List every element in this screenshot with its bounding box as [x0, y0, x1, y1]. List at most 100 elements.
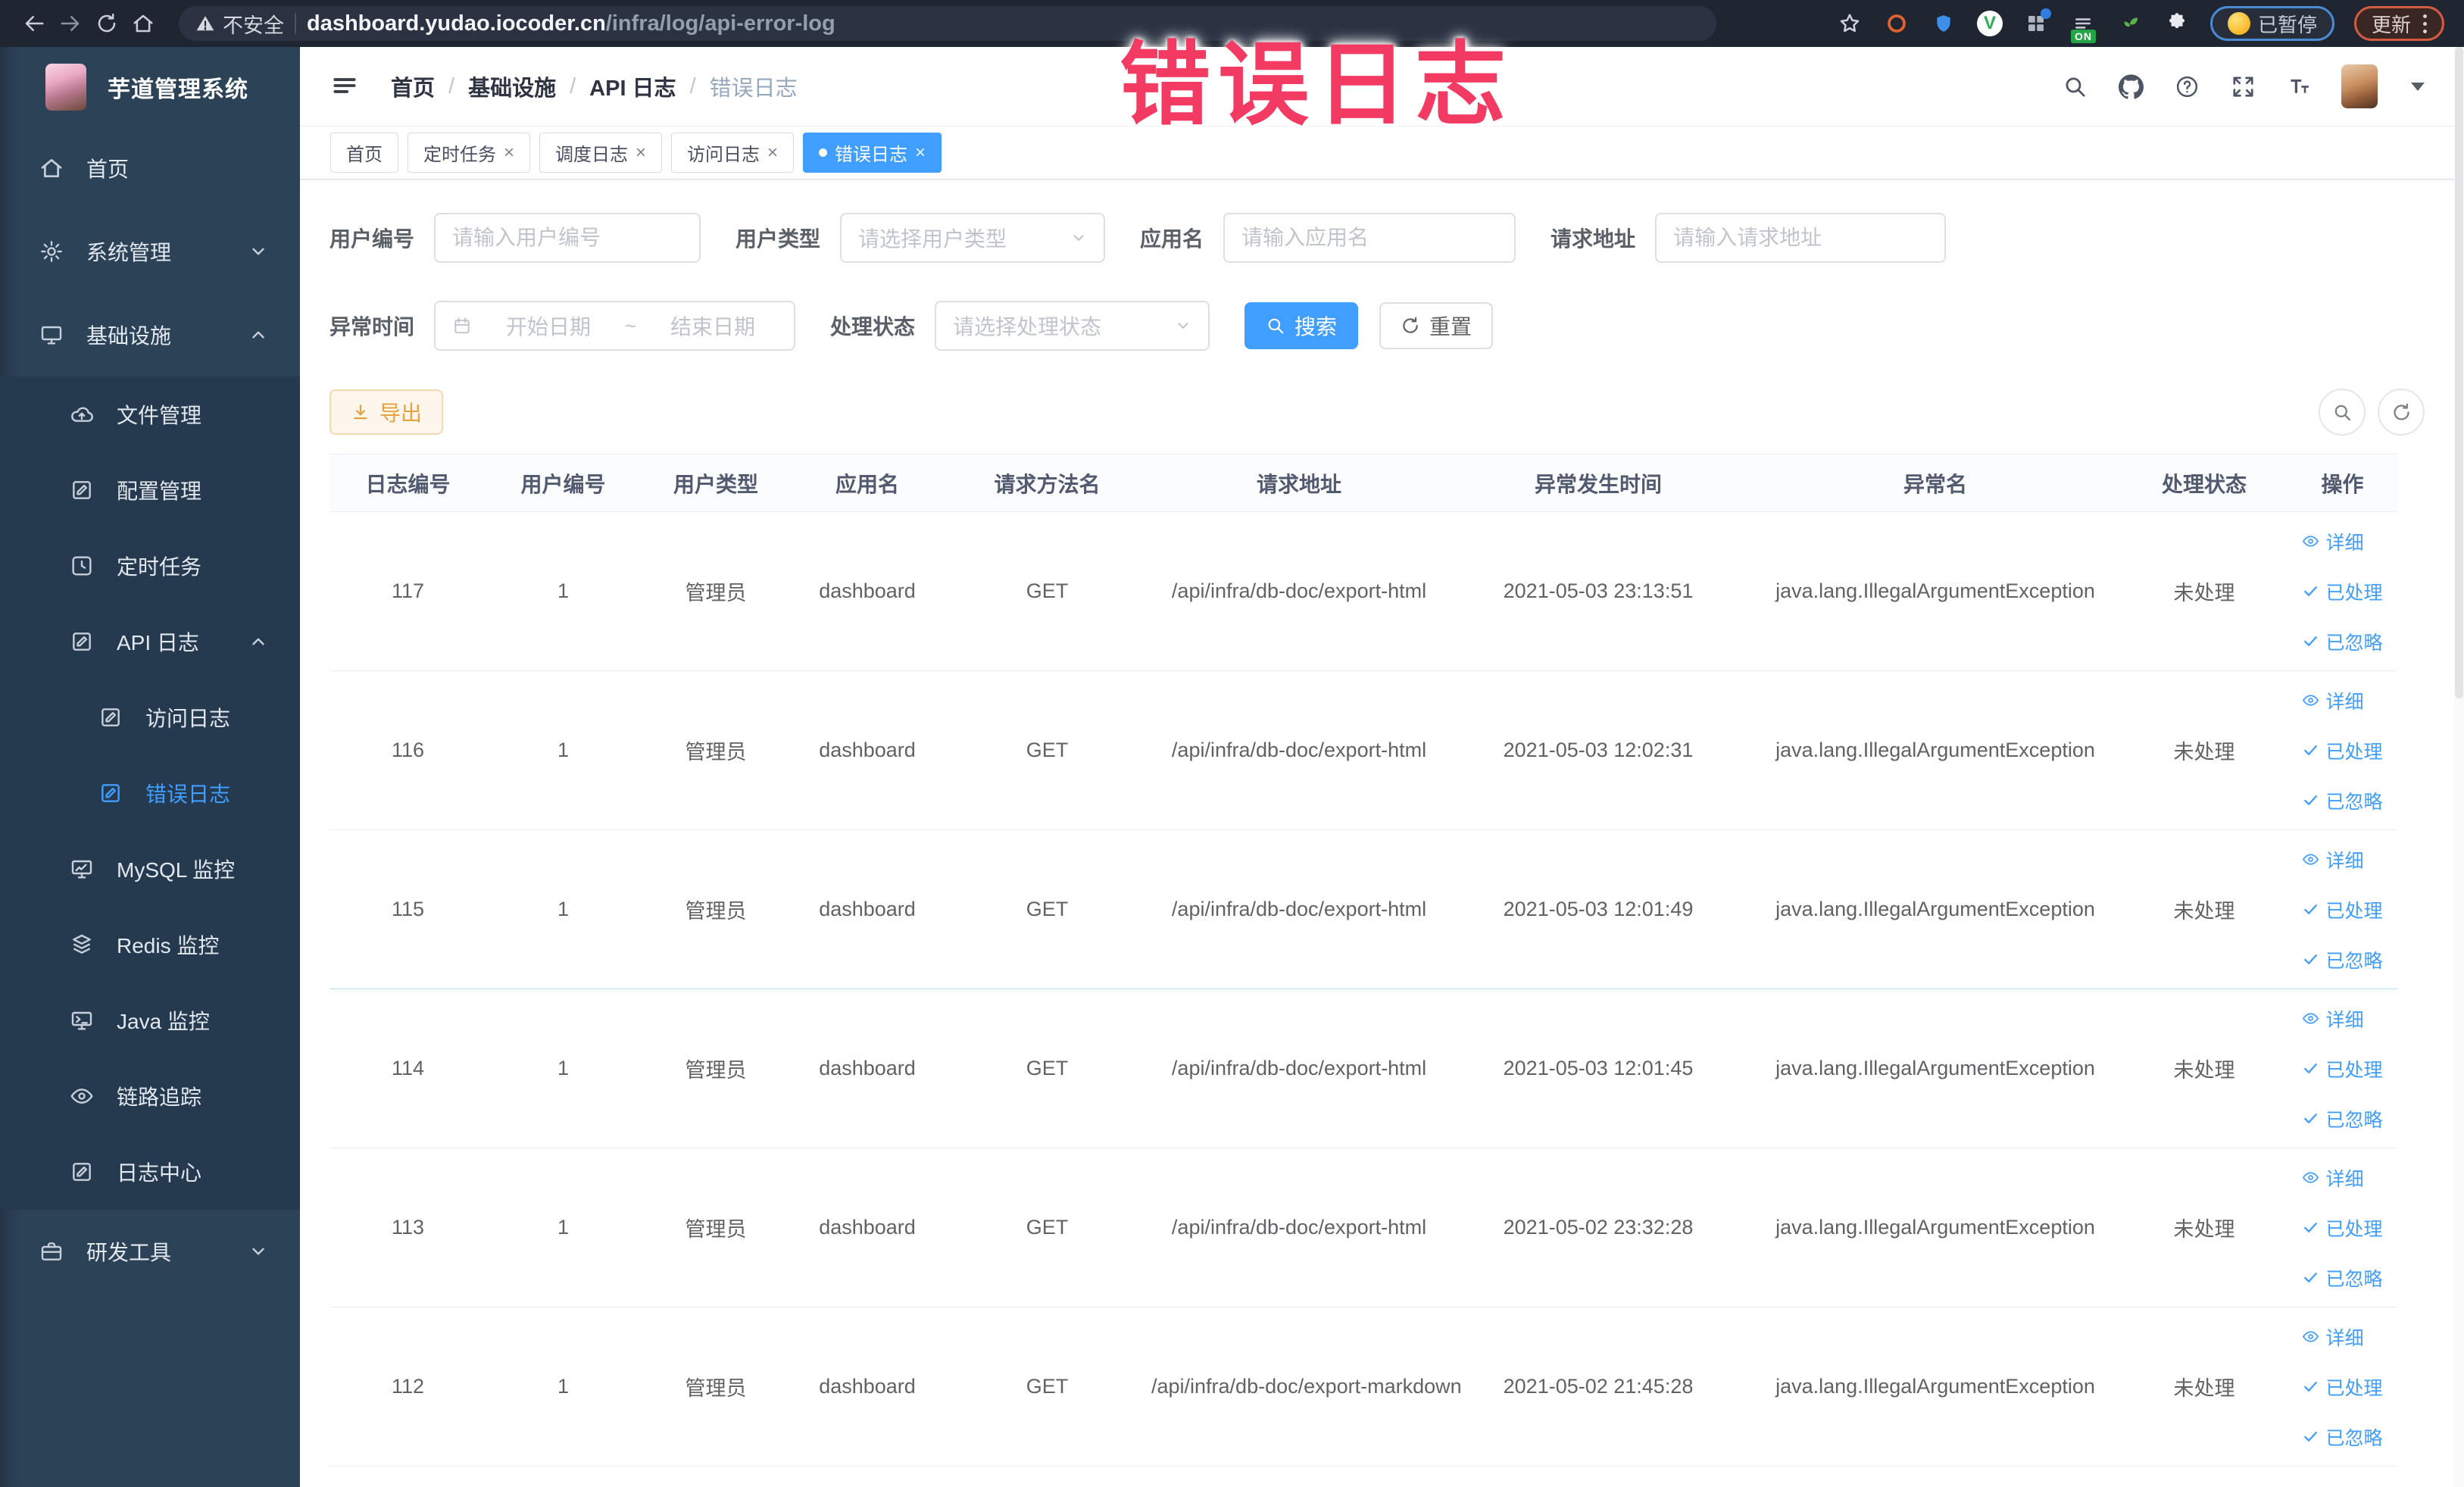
processed-link[interactable]: 已处理 [2302, 1214, 2383, 1242]
scrollbar-thumb[interactable] [2455, 47, 2463, 698]
date-range-picker[interactable]: 开始日期 ~ 结束日期 [434, 301, 796, 351]
breadcrumb-home[interactable]: 首页 [391, 70, 435, 102]
calendar-icon [452, 316, 472, 336]
close-icon[interactable]: × [915, 143, 926, 162]
reload-icon[interactable] [92, 9, 121, 38]
ignored-link[interactable]: 已忽略 [2302, 1105, 2383, 1132]
back-icon[interactable] [20, 9, 48, 38]
ignored-link[interactable]: 已忽略 [2302, 1423, 2383, 1451]
breadcrumb-api-log[interactable]: API 日志 [589, 70, 676, 102]
ignored-link[interactable]: 已忽略 [2302, 1264, 2383, 1292]
tab-dispatch-log[interactable]: 调度日志 × [539, 133, 663, 173]
edit-doc-icon [98, 781, 123, 805]
detail-link[interactable]: 详细 [2302, 687, 2364, 714]
extension-v-icon[interactable]: V [1976, 11, 2003, 36]
check-icon [2302, 583, 2319, 600]
processed-link[interactable]: 已处理 [2302, 1373, 2383, 1401]
detail-link[interactable]: 详细 [2302, 1164, 2364, 1192]
sidebar-item-error-log[interactable]: 错误日志 [0, 755, 300, 831]
extension-shield-icon[interactable] [1930, 10, 1957, 37]
detail-link[interactable]: 详细 [2302, 1005, 2364, 1032]
terminal-monitor-icon [70, 1008, 94, 1032]
refresh-table-button[interactable] [2378, 389, 2425, 436]
sidebar-item-api-log[interactable]: API 日志 [0, 604, 300, 679]
github-icon[interactable] [2117, 73, 2144, 100]
sidebar-item-infra[interactable]: 基础设施 [0, 293, 300, 376]
ignored-link[interactable]: 已忽略 [2302, 946, 2383, 973]
sidebar-item-redis-monitor[interactable]: Redis 监控 [0, 907, 300, 982]
tab-scheduled-task[interactable]: 定时任务 × [408, 133, 531, 173]
home-icon[interactable] [129, 9, 158, 38]
user-avatar[interactable] [2341, 64, 2378, 108]
app-logo[interactable]: 芋道管理系统 [0, 47, 300, 127]
close-icon[interactable]: × [636, 143, 646, 162]
user-id-input[interactable] [452, 226, 683, 250]
refresh-icon [2391, 402, 2412, 423]
edit-doc-icon [70, 629, 94, 654]
breadcrumb-infra[interactable]: 基础设施 [468, 70, 556, 102]
home-icon [39, 156, 64, 180]
sidebar-item-trace[interactable]: 链路追踪 [0, 1058, 300, 1134]
sidebar-item-scheduled-task[interactable]: 定时任务 [0, 528, 300, 604]
sidebar-item-config-manage[interactable]: 配置管理 [0, 452, 300, 528]
help-icon[interactable] [2173, 73, 2200, 100]
extension-grid-icon[interactable] [2022, 8, 2051, 37]
sidebar-item-access-log[interactable]: 访问日志 [0, 679, 300, 755]
breadcrumb-current: 错误日志 [709, 77, 798, 101]
extensions-puzzle-icon[interactable] [2163, 10, 2191, 37]
app-name-input[interactable] [1241, 226, 1498, 250]
processed-link[interactable]: 已处理 [2302, 578, 2383, 605]
tab-error-log[interactable]: 错误日志 × [803, 133, 942, 173]
kebab-menu-icon[interactable] [2423, 14, 2427, 33]
sidebar-item-java-monitor[interactable]: Java 监控 [0, 982, 300, 1058]
sidebar-item-log-center[interactable]: 日志中心 [0, 1134, 300, 1210]
sidebar-item-mysql-monitor[interactable]: MySQL 监控 [0, 831, 300, 907]
caret-down-icon[interactable] [2411, 82, 2425, 91]
user-type-select[interactable]: 请选择用户类型 [840, 213, 1106, 263]
app-title: 芋道管理系统 [108, 77, 248, 102]
detail-link[interactable]: 详细 [2302, 528, 2364, 555]
eye-icon [70, 1084, 94, 1108]
search-icon[interactable] [2061, 73, 2088, 100]
page-content: 用户编号 用户类型 请选择用户类型 应用名 请求地址 [300, 180, 2464, 1487]
processed-link[interactable]: 已处理 [2302, 737, 2383, 764]
ignored-link[interactable]: 已忽略 [2302, 628, 2383, 655]
sidebar-item-system[interactable]: 系统管理 [0, 210, 300, 293]
chevron-down-icon [1175, 317, 1191, 334]
detail-link[interactable]: 详细 [2302, 1323, 2364, 1351]
divider [295, 13, 296, 34]
profile-paused-badge[interactable]: 已暂停 [2209, 6, 2334, 41]
browser-update-button[interactable]: 更新 [2353, 6, 2444, 41]
ignored-link[interactable]: 已忽略 [2302, 787, 2383, 814]
check-icon [2302, 901, 2319, 918]
export-button[interactable]: 导出 [329, 389, 444, 435]
security-chip[interactable]: 不安全 [195, 9, 284, 39]
extension-orange-icon[interactable] [1883, 10, 1910, 37]
processed-link[interactable]: 已处理 [2302, 896, 2383, 923]
close-icon[interactable]: × [767, 143, 778, 162]
tab-home[interactable]: 首页 [330, 133, 398, 173]
sidebar-item-file-manage[interactable]: 文件管理 [0, 376, 300, 452]
toggle-search-button[interactable] [2319, 389, 2366, 436]
extension-switch-icon[interactable]: ON [2069, 10, 2097, 43]
processed-link[interactable]: 已处理 [2302, 1055, 2383, 1082]
bookmark-star-icon[interactable] [1836, 10, 1863, 37]
hamburger-icon[interactable] [330, 71, 361, 102]
reset-button[interactable]: 重置 [1379, 302, 1494, 349]
fullscreen-icon[interactable] [2229, 73, 2256, 100]
close-icon[interactable]: × [504, 143, 514, 162]
process-status-select[interactable]: 请选择处理状态 [935, 301, 1210, 351]
font-size-icon[interactable] [2285, 73, 2313, 100]
tab-access-log[interactable]: 访问日志 × [671, 133, 795, 173]
sidebar-item-dev-tools[interactable]: 研发工具 [0, 1210, 300, 1293]
page-scrollbar[interactable] [2454, 47, 2464, 1487]
extension-plant-icon[interactable] [2116, 10, 2144, 37]
filter-row-1: 用户编号 用户类型 请选择用户类型 应用名 请求地址 [329, 213, 2425, 263]
briefcase-icon [39, 1239, 64, 1264]
detail-link[interactable]: 详细 [2302, 846, 2364, 873]
sidebar-item-home[interactable]: 首页 [0, 127, 300, 210]
filter-process-status: 处理状态 请选择处理状态 [830, 301, 1210, 351]
request-url-input[interactable] [1673, 226, 1928, 250]
search-button[interactable]: 搜索 [1244, 302, 1359, 349]
forward-icon[interactable] [56, 9, 85, 38]
